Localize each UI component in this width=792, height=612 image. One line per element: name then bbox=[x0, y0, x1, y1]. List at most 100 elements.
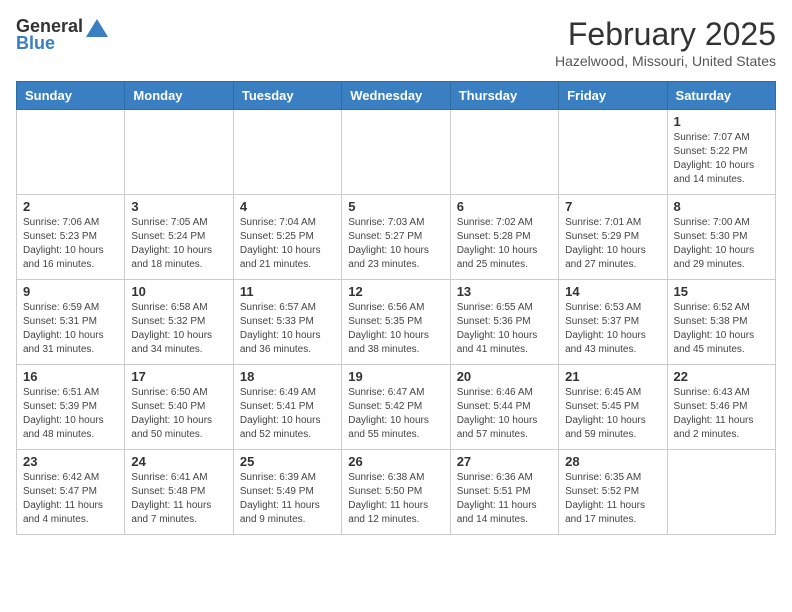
day-number: 17 bbox=[131, 369, 226, 384]
calendar-cell bbox=[233, 110, 341, 195]
calendar-cell bbox=[667, 450, 775, 535]
day-info: Sunrise: 6:42 AM Sunset: 5:47 PM Dayligh… bbox=[23, 471, 118, 527]
calendar-cell: 25 Sunrise: 6:39 AM Sunset: 5:49 PM Dayli… bbox=[233, 450, 341, 535]
day-number: 15 bbox=[674, 284, 769, 299]
day-number: 24 bbox=[131, 454, 226, 469]
day-info: Sunrise: 6:45 AM Sunset: 5:45 PM Dayligh… bbox=[565, 386, 660, 442]
week-row-5: 23 Sunrise: 6:42 AM Sunset: 5:47 PM Dayli… bbox=[17, 450, 776, 535]
day-number: 10 bbox=[131, 284, 226, 299]
weekday-header-thursday: Thursday bbox=[450, 82, 558, 110]
weekday-header-monday: Monday bbox=[125, 82, 233, 110]
calendar-cell: 17 Sunrise: 6:50 AM Sunset: 5:40 PM Dayli… bbox=[125, 365, 233, 450]
calendar-cell: 14 Sunrise: 6:53 AM Sunset: 5:37 PM Dayli… bbox=[559, 280, 667, 365]
logo: General Blue bbox=[16, 16, 108, 54]
day-info: Sunrise: 6:49 AM Sunset: 5:41 PM Dayligh… bbox=[240, 386, 335, 442]
calendar-cell: 26 Sunrise: 6:38 AM Sunset: 5:50 PM Dayli… bbox=[342, 450, 450, 535]
calendar-cell: 15 Sunrise: 6:52 AM Sunset: 5:38 PM Dayli… bbox=[667, 280, 775, 365]
day-number: 21 bbox=[565, 369, 660, 384]
day-info: Sunrise: 7:07 AM Sunset: 5:22 PM Dayligh… bbox=[674, 131, 769, 187]
day-number: 28 bbox=[565, 454, 660, 469]
week-row-3: 9 Sunrise: 6:59 AM Sunset: 5:31 PM Daylig… bbox=[17, 280, 776, 365]
week-row-4: 16 Sunrise: 6:51 AM Sunset: 5:39 PM Dayli… bbox=[17, 365, 776, 450]
day-number: 1 bbox=[674, 114, 769, 129]
logo-triangle-icon bbox=[86, 19, 108, 37]
calendar-cell: 27 Sunrise: 6:36 AM Sunset: 5:51 PM Dayli… bbox=[450, 450, 558, 535]
day-info: Sunrise: 6:59 AM Sunset: 5:31 PM Dayligh… bbox=[23, 301, 118, 357]
calendar-table: SundayMondayTuesdayWednesdayThursdayFrid… bbox=[16, 81, 776, 535]
weekday-header-saturday: Saturday bbox=[667, 82, 775, 110]
day-info: Sunrise: 6:51 AM Sunset: 5:39 PM Dayligh… bbox=[23, 386, 118, 442]
day-number: 27 bbox=[457, 454, 552, 469]
day-info: Sunrise: 7:05 AM Sunset: 5:24 PM Dayligh… bbox=[131, 216, 226, 272]
calendar-cell bbox=[125, 110, 233, 195]
day-number: 13 bbox=[457, 284, 552, 299]
day-number: 23 bbox=[23, 454, 118, 469]
day-info: Sunrise: 6:50 AM Sunset: 5:40 PM Dayligh… bbox=[131, 386, 226, 442]
day-info: Sunrise: 6:55 AM Sunset: 5:36 PM Dayligh… bbox=[457, 301, 552, 357]
day-info: Sunrise: 6:56 AM Sunset: 5:35 PM Dayligh… bbox=[348, 301, 443, 357]
day-info: Sunrise: 6:57 AM Sunset: 5:33 PM Dayligh… bbox=[240, 301, 335, 357]
location-text: Hazelwood, Missouri, United States bbox=[555, 53, 776, 69]
calendar-cell: 9 Sunrise: 6:59 AM Sunset: 5:31 PM Daylig… bbox=[17, 280, 125, 365]
day-number: 14 bbox=[565, 284, 660, 299]
week-row-2: 2 Sunrise: 7:06 AM Sunset: 5:23 PM Daylig… bbox=[17, 195, 776, 280]
calendar-cell: 21 Sunrise: 6:45 AM Sunset: 5:45 PM Dayli… bbox=[559, 365, 667, 450]
calendar-cell: 13 Sunrise: 6:55 AM Sunset: 5:36 PM Dayli… bbox=[450, 280, 558, 365]
calendar-cell: 5 Sunrise: 7:03 AM Sunset: 5:27 PM Daylig… bbox=[342, 195, 450, 280]
calendar-cell: 24Sunrise: 6:41 AM Sunset: 5:48 PM Dayli… bbox=[125, 450, 233, 535]
calendar-cell: 8 Sunrise: 7:00 AM Sunset: 5:30 PM Daylig… bbox=[667, 195, 775, 280]
day-info: Sunrise: 7:03 AM Sunset: 5:27 PM Dayligh… bbox=[348, 216, 443, 272]
calendar-cell: 28Sunrise: 6:35 AM Sunset: 5:52 PM Dayli… bbox=[559, 450, 667, 535]
title-section: February 2025 Hazelwood, Missouri, Unite… bbox=[555, 16, 776, 69]
month-title: February 2025 bbox=[555, 16, 776, 53]
calendar-cell: 11Sunrise: 6:57 AM Sunset: 5:33 PM Dayli… bbox=[233, 280, 341, 365]
day-info: Sunrise: 6:39 AM Sunset: 5:49 PM Dayligh… bbox=[240, 471, 335, 527]
weekday-header-tuesday: Tuesday bbox=[233, 82, 341, 110]
day-info: Sunrise: 7:06 AM Sunset: 5:23 PM Dayligh… bbox=[23, 216, 118, 272]
day-info: Sunrise: 6:58 AM Sunset: 5:32 PM Dayligh… bbox=[131, 301, 226, 357]
calendar-cell bbox=[559, 110, 667, 195]
day-number: 16 bbox=[23, 369, 118, 384]
calendar-cell: 19 Sunrise: 6:47 AM Sunset: 5:42 PM Dayli… bbox=[342, 365, 450, 450]
day-number: 9 bbox=[23, 284, 118, 299]
calendar-cell: 12 Sunrise: 6:56 AM Sunset: 5:35 PM Dayli… bbox=[342, 280, 450, 365]
day-number: 3 bbox=[131, 199, 226, 214]
calendar-cell bbox=[17, 110, 125, 195]
day-number: 6 bbox=[457, 199, 552, 214]
week-row-1: 1 Sunrise: 7:07 AM Sunset: 5:22 PM Daylig… bbox=[17, 110, 776, 195]
day-number: 18 bbox=[240, 369, 335, 384]
day-number: 5 bbox=[348, 199, 443, 214]
day-info: Sunrise: 7:04 AM Sunset: 5:25 PM Dayligh… bbox=[240, 216, 335, 272]
day-number: 19 bbox=[348, 369, 443, 384]
calendar-cell bbox=[450, 110, 558, 195]
day-number: 12 bbox=[348, 284, 443, 299]
day-info: Sunrise: 7:02 AM Sunset: 5:28 PM Dayligh… bbox=[457, 216, 552, 272]
day-number: 20 bbox=[457, 369, 552, 384]
day-info: Sunrise: 6:38 AM Sunset: 5:50 PM Dayligh… bbox=[348, 471, 443, 527]
calendar-cell: 1 Sunrise: 7:07 AM Sunset: 5:22 PM Daylig… bbox=[667, 110, 775, 195]
weekday-header-sunday: Sunday bbox=[17, 82, 125, 110]
calendar-cell: 3 Sunrise: 7:05 AM Sunset: 5:24 PM Daylig… bbox=[125, 195, 233, 280]
calendar-cell bbox=[342, 110, 450, 195]
day-number: 4 bbox=[240, 199, 335, 214]
day-number: 8 bbox=[674, 199, 769, 214]
day-number: 22 bbox=[674, 369, 769, 384]
day-info: Sunrise: 6:47 AM Sunset: 5:42 PM Dayligh… bbox=[348, 386, 443, 442]
calendar-cell: 6 Sunrise: 7:02 AM Sunset: 5:28 PM Daylig… bbox=[450, 195, 558, 280]
day-info: Sunrise: 7:00 AM Sunset: 5:30 PM Dayligh… bbox=[674, 216, 769, 272]
day-number: 26 bbox=[348, 454, 443, 469]
day-number: 2 bbox=[23, 199, 118, 214]
day-info: Sunrise: 6:36 AM Sunset: 5:51 PM Dayligh… bbox=[457, 471, 552, 527]
weekday-header-wednesday: Wednesday bbox=[342, 82, 450, 110]
day-info: Sunrise: 6:53 AM Sunset: 5:37 PM Dayligh… bbox=[565, 301, 660, 357]
weekday-header-row: SundayMondayTuesdayWednesdayThursdayFrid… bbox=[17, 82, 776, 110]
page-header: General Blue February 2025 Hazelwood, Mi… bbox=[16, 16, 776, 69]
calendar-cell: 10 Sunrise: 6:58 AM Sunset: 5:32 PM Dayli… bbox=[125, 280, 233, 365]
calendar-cell: 20Sunrise: 6:46 AM Sunset: 5:44 PM Dayli… bbox=[450, 365, 558, 450]
day-number: 25 bbox=[240, 454, 335, 469]
calendar-cell: 2 Sunrise: 7:06 AM Sunset: 5:23 PM Daylig… bbox=[17, 195, 125, 280]
calendar-cell: 7Sunrise: 7:01 AM Sunset: 5:29 PM Daylig… bbox=[559, 195, 667, 280]
day-info: Sunrise: 6:52 AM Sunset: 5:38 PM Dayligh… bbox=[674, 301, 769, 357]
calendar-cell: 23 Sunrise: 6:42 AM Sunset: 5:47 PM Dayli… bbox=[17, 450, 125, 535]
calendar-cell: 4 Sunrise: 7:04 AM Sunset: 5:25 PM Daylig… bbox=[233, 195, 341, 280]
